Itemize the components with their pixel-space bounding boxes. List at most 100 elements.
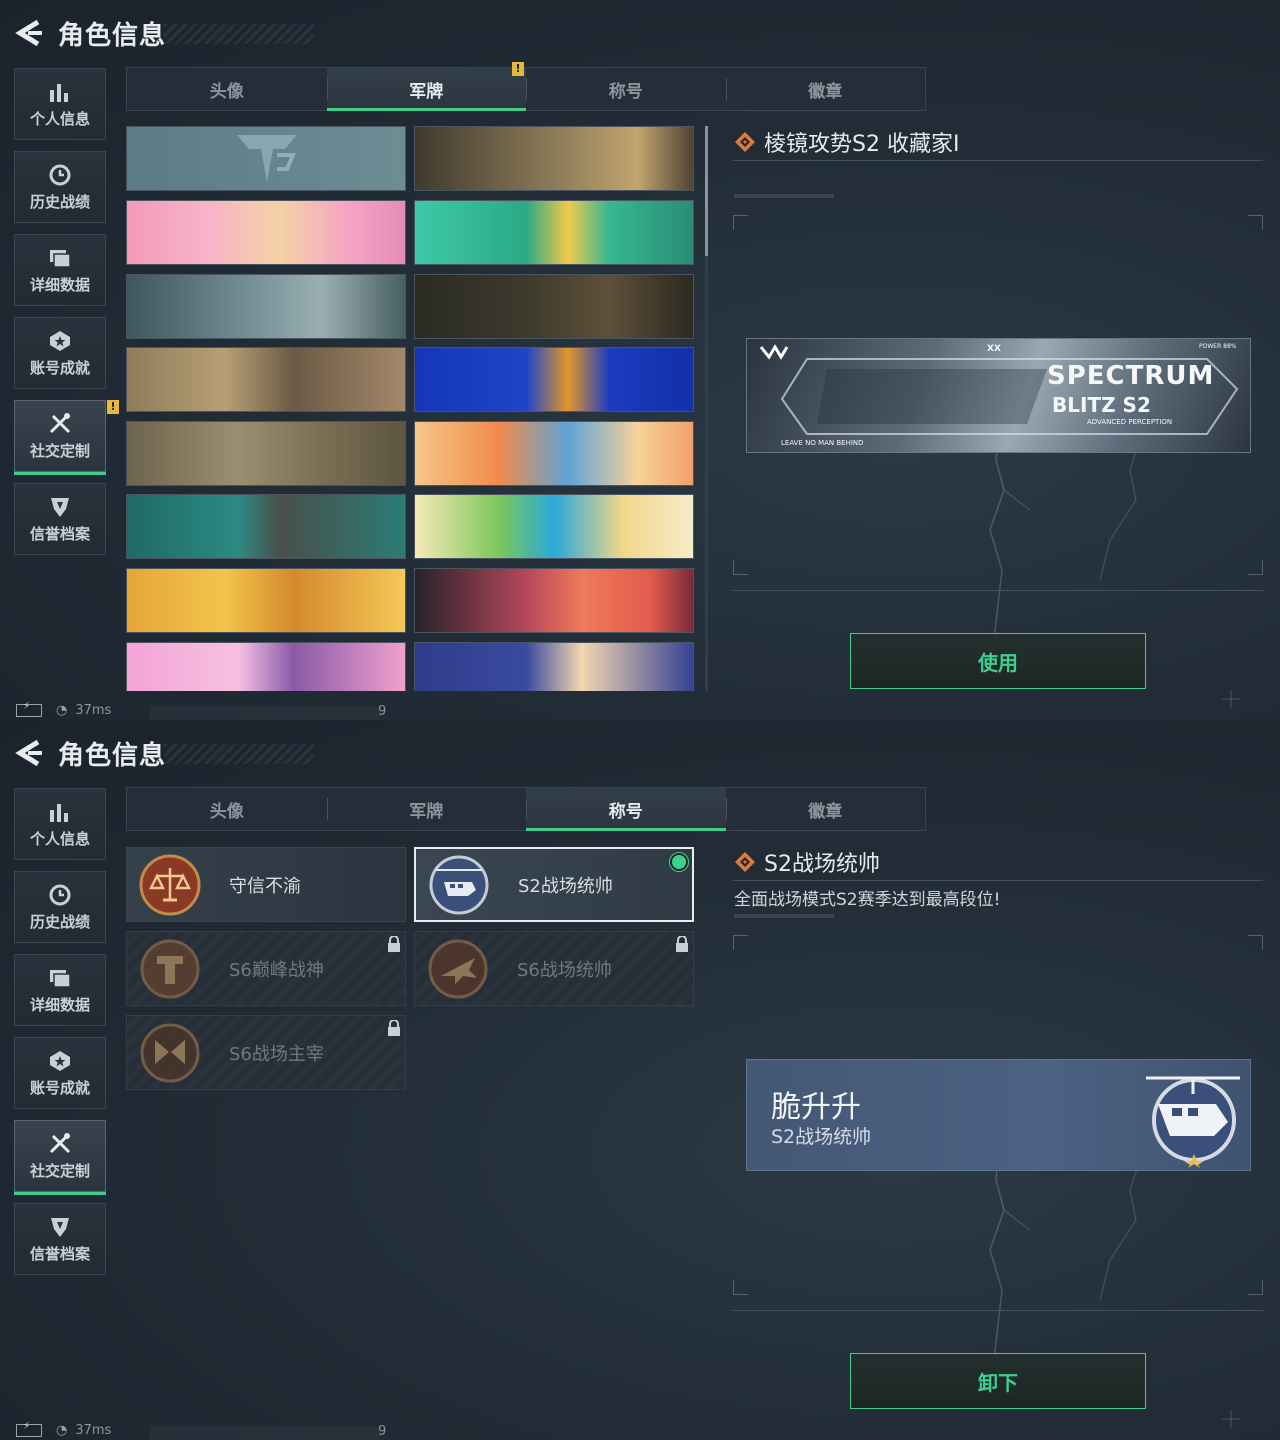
frame-corner: [1248, 1280, 1263, 1295]
title-card[interactable]: 守信不渝: [126, 847, 406, 922]
title-name: S6战场主宰: [229, 1043, 324, 1065]
title-card-selected[interactable]: S2战场统帅: [414, 847, 694, 922]
dogtag-grid: [126, 126, 696, 691]
divider: [733, 880, 1263, 881]
banner-right-note: ADVANCED PERCEPTION: [1087, 418, 1173, 426]
sidebar-item-label: 个人信息: [29, 829, 90, 848]
tab-label: 头像: [209, 81, 244, 102]
plus-mark-icon: [1222, 690, 1240, 708]
title-plate-preview: 脆升升 S2战场统帅: [746, 1059, 1251, 1171]
wifi-icon: ◔: [56, 703, 68, 718]
sidebar-item-details[interactable]: 详细数据: [14, 954, 106, 1026]
bar-chart-icon: [50, 803, 68, 822]
ping-value: 37ms: [75, 703, 112, 718]
title-card-locked[interactable]: S6战场统帅: [414, 931, 694, 1006]
sidebar-item-personal-info[interactable]: 个人信息: [14, 68, 106, 140]
tab-bar: 头像 军牌! 称号 徽章: [126, 62, 926, 111]
tab-title[interactable]: 称号: [526, 68, 726, 110]
tab-title[interactable]: 称号: [526, 788, 726, 831]
tab-label: 头像: [209, 801, 244, 822]
frame-corner: [1248, 215, 1263, 230]
dogtag-card[interactable]: [126, 347, 406, 412]
detail-title: 棱镜攻势S2 收藏家I: [734, 126, 959, 158]
detail-description: 全面战场模式S2赛季达到最高段位!: [734, 890, 1001, 910]
tab-bar: 头像 军牌 称号 徽章: [126, 787, 926, 831]
back-arrow-icon[interactable]: [14, 738, 44, 768]
sidebar-item-history[interactable]: 历史战绩: [14, 871, 106, 943]
dogtag-card[interactable]: [414, 126, 694, 191]
frame-corner: [733, 1280, 748, 1295]
helmet-medal-icon: [140, 939, 200, 998]
sidebar-item-details[interactable]: 详细数据: [14, 234, 106, 306]
dogtag-card[interactable]: [126, 200, 406, 265]
unequip-button[interactable]: 卸下: [850, 1353, 1146, 1409]
title-name: S6战场统帅: [517, 959, 612, 981]
title-card-locked[interactable]: S6战场主宰: [126, 1015, 406, 1090]
status-strip: [150, 1426, 380, 1440]
tab-dogtag[interactable]: 军牌!: [326, 62, 526, 111]
sidebar-item-label: 账号成就: [29, 358, 90, 377]
header-stripes: [164, 744, 314, 764]
tools-icon: [49, 1132, 71, 1153]
dogtag-card[interactable]: [126, 126, 406, 191]
dogtag-card[interactable]: [126, 568, 406, 633]
sidebar-item-achievements[interactable]: 账号成就: [14, 317, 106, 389]
divider: [733, 1310, 1263, 1311]
sidebar-item-label: 社交定制: [29, 441, 90, 460]
sidebar-item-achievements[interactable]: 账号成就: [14, 1037, 106, 1109]
shield-icon: [51, 497, 69, 517]
dogtag-card[interactable]: [126, 494, 406, 559]
sidebar-item-reputation[interactable]: 信誉档案: [14, 1203, 106, 1275]
sidebar-item-label: 社交定制: [29, 1161, 90, 1180]
folder-icon: [50, 969, 71, 988]
tab-label: 称号: [608, 801, 643, 822]
diamond-icon: [735, 852, 755, 872]
tab-avatar[interactable]: 头像: [127, 68, 327, 110]
alert-badge: !: [512, 62, 524, 76]
dogtag-card[interactable]: [414, 274, 694, 339]
banner-xx: XX: [987, 344, 1001, 354]
title-name: S6巅峰战神: [229, 959, 324, 981]
sidebar-item-label: 信誉档案: [29, 524, 90, 543]
sidebar-item-reputation[interactable]: 信誉档案: [14, 483, 106, 555]
medal-star-icon: [50, 330, 70, 351]
diamond-icon: [735, 132, 755, 152]
status-number: 9: [378, 1424, 387, 1439]
dogtag-card[interactable]: [126, 274, 406, 339]
sidebar-item-label: 个人信息: [29, 109, 90, 128]
sidebar-item-personal-info[interactable]: 个人信息: [14, 788, 106, 860]
dogtag-card[interactable]: [126, 421, 406, 486]
frame-corner: [1248, 560, 1263, 575]
dogtag-card[interactable]: [414, 200, 694, 265]
plate-player-name: 脆升升: [771, 1090, 861, 1125]
grid-scrollbar-thumb[interactable]: [705, 126, 708, 256]
ping-value: 37ms: [75, 1423, 112, 1438]
tab-dogtag[interactable]: 军牌: [326, 788, 527, 830]
title-card-locked[interactable]: S6巅峰战神: [126, 931, 406, 1006]
dogtag-card[interactable]: [414, 494, 694, 559]
dogtag-preview: SPECTRUM BLITZ S2 LEAVE NO MAN BEHIND AD…: [746, 338, 1251, 453]
page-title: 角色信息: [58, 740, 167, 771]
title-name: S2战场统帅: [518, 875, 613, 897]
sidebar-item-label: 详细数据: [29, 995, 90, 1014]
dogtag-card[interactable]: [414, 642, 694, 691]
jet-medal-icon: [428, 939, 488, 998]
plate-title-name: S2战场统帅: [771, 1126, 872, 1148]
scales-medal-icon: [139, 854, 201, 915]
equipped-indicator: [670, 853, 688, 871]
dogtag-card[interactable]: [414, 568, 694, 633]
back-arrow-icon[interactable]: [14, 18, 44, 48]
sidebar-item-history[interactable]: 历史战绩: [14, 151, 106, 223]
header-stripes: [164, 24, 314, 44]
tab-emblem[interactable]: 徽章: [725, 68, 926, 110]
dogtag-card[interactable]: [414, 347, 694, 412]
use-button[interactable]: 使用: [850, 633, 1146, 689]
dogtag-card[interactable]: [414, 421, 694, 486]
sidebar-item-social-custom[interactable]: 社交定制 !: [14, 400, 119, 475]
sidebar-item-social-custom[interactable]: 社交定制: [14, 1120, 106, 1195]
sidebar-item-label: 信誉档案: [29, 1244, 90, 1263]
divider: [733, 590, 1263, 591]
tab-emblem[interactable]: 徽章: [725, 788, 926, 830]
tab-avatar[interactable]: 头像: [127, 788, 327, 830]
dogtag-card[interactable]: [126, 642, 406, 691]
